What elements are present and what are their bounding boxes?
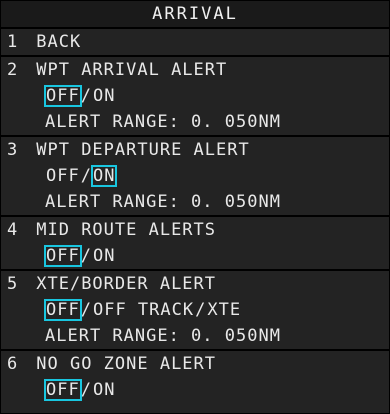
- no-go-zone-options: OFF/ON: [1, 377, 389, 403]
- menu-item-xte-border-alert[interactable]: 5 XTE/BORDER ALERT OFF/OFF TRACK/XTE ALE…: [1, 271, 389, 351]
- option-on-selected[interactable]: ON: [90, 165, 118, 187]
- menu-item-mid-route-alerts-row[interactable]: 4 MID ROUTE ALERTS: [1, 217, 389, 243]
- option-off-selected[interactable]: OFF: [44, 299, 82, 321]
- menu-item-wpt-arrival-alert-row[interactable]: 2 WPT ARRIVAL ALERT: [1, 57, 389, 83]
- menu-item-number: 3: [7, 140, 19, 160]
- option-separator: /: [195, 300, 207, 320]
- menu-item-no-go-zone-alert[interactable]: 6 NO GO ZONE ALERT OFF/ON: [1, 351, 389, 403]
- menu-item-number: 6: [7, 354, 19, 374]
- menu-item-number: 1: [7, 32, 19, 52]
- option-off-selected[interactable]: OFF: [44, 85, 82, 107]
- menu-item-mid-route-alerts[interactable]: 4 MID ROUTE ALERTS OFF/ON: [1, 217, 389, 271]
- menu-item-number: 5: [7, 274, 19, 294]
- menu-item-no-go-zone-alert-row[interactable]: 6 NO GO ZONE ALERT: [1, 351, 389, 377]
- menu-item-label: WPT ARRIVAL ALERT: [36, 60, 228, 80]
- menu-item-number: 2: [7, 60, 19, 80]
- xte-border-options: OFF/OFF TRACK/XTE: [1, 297, 389, 323]
- menu-item-back-row[interactable]: 1 BACK: [1, 29, 389, 55]
- option-separator: /: [80, 166, 92, 186]
- arrival-menu: ARRIVAL 1 BACK 2 WPT ARRIVAL ALERT OFF/O…: [1, 1, 389, 413]
- menu-item-wpt-departure-alert-row[interactable]: 3 WPT DEPARTURE ALERT: [1, 137, 389, 163]
- option-separator: /: [80, 300, 92, 320]
- mid-route-options: OFF/ON: [1, 243, 389, 269]
- menu-item-wpt-arrival-alert[interactable]: 2 WPT ARRIVAL ALERT OFF/ON ALERT RANGE: …: [1, 57, 389, 137]
- option-on[interactable]: ON: [92, 246, 116, 266]
- option-on[interactable]: ON: [92, 380, 116, 400]
- wpt-departure-options: OFF/ON: [1, 163, 389, 189]
- option-off[interactable]: OFF: [45, 166, 81, 186]
- menu-item-xte-border-alert-row[interactable]: 5 XTE/BORDER ALERT: [1, 271, 389, 297]
- wpt-arrival-options: OFF/ON: [1, 83, 389, 109]
- option-off-track[interactable]: OFF TRACK: [92, 300, 195, 320]
- option-separator: /: [80, 86, 92, 106]
- menu-item-back[interactable]: 1 BACK: [1, 29, 389, 57]
- wpt-departure-alert-range[interactable]: ALERT RANGE: 0. 050NM: [1, 189, 389, 215]
- menu-title: ARRIVAL: [1, 1, 389, 29]
- option-off-selected[interactable]: OFF: [44, 379, 82, 401]
- option-on[interactable]: ON: [92, 86, 116, 106]
- wpt-arrival-alert-range[interactable]: ALERT RANGE: 0. 050NM: [1, 109, 389, 135]
- menu-item-label: NO GO ZONE ALERT: [36, 354, 217, 374]
- menu-item-label: WPT DEPARTURE ALERT: [36, 140, 250, 160]
- menu-item-label: MID ROUTE ALERTS: [36, 220, 217, 240]
- xte-border-alert-range[interactable]: ALERT RANGE: 0. 050NM: [1, 323, 389, 349]
- option-separator: /: [80, 380, 92, 400]
- option-off-selected[interactable]: OFF: [44, 245, 82, 267]
- menu-item-label: XTE/BORDER ALERT: [36, 274, 217, 294]
- menu-item-wpt-departure-alert[interactable]: 3 WPT DEPARTURE ALERT OFF/ON ALERT RANGE…: [1, 137, 389, 217]
- option-separator: /: [80, 246, 92, 266]
- option-xte[interactable]: XTE: [206, 300, 242, 320]
- menu-item-number: 4: [7, 220, 19, 240]
- menu-item-label: BACK: [36, 32, 82, 52]
